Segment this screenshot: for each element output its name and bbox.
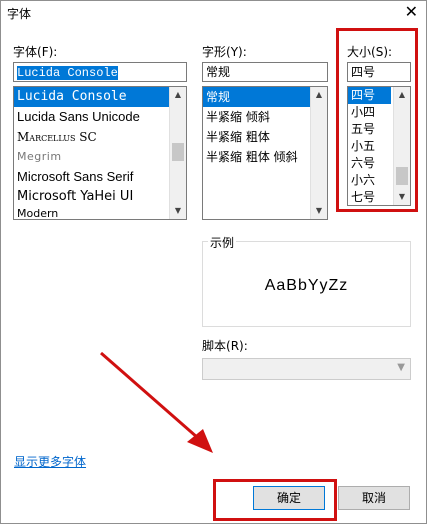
font-dialog: 字体 ✕ 字体(F): Lucida Console Lucida Consol… <box>0 0 427 524</box>
annotation-arrow-icon <box>100 351 213 453</box>
